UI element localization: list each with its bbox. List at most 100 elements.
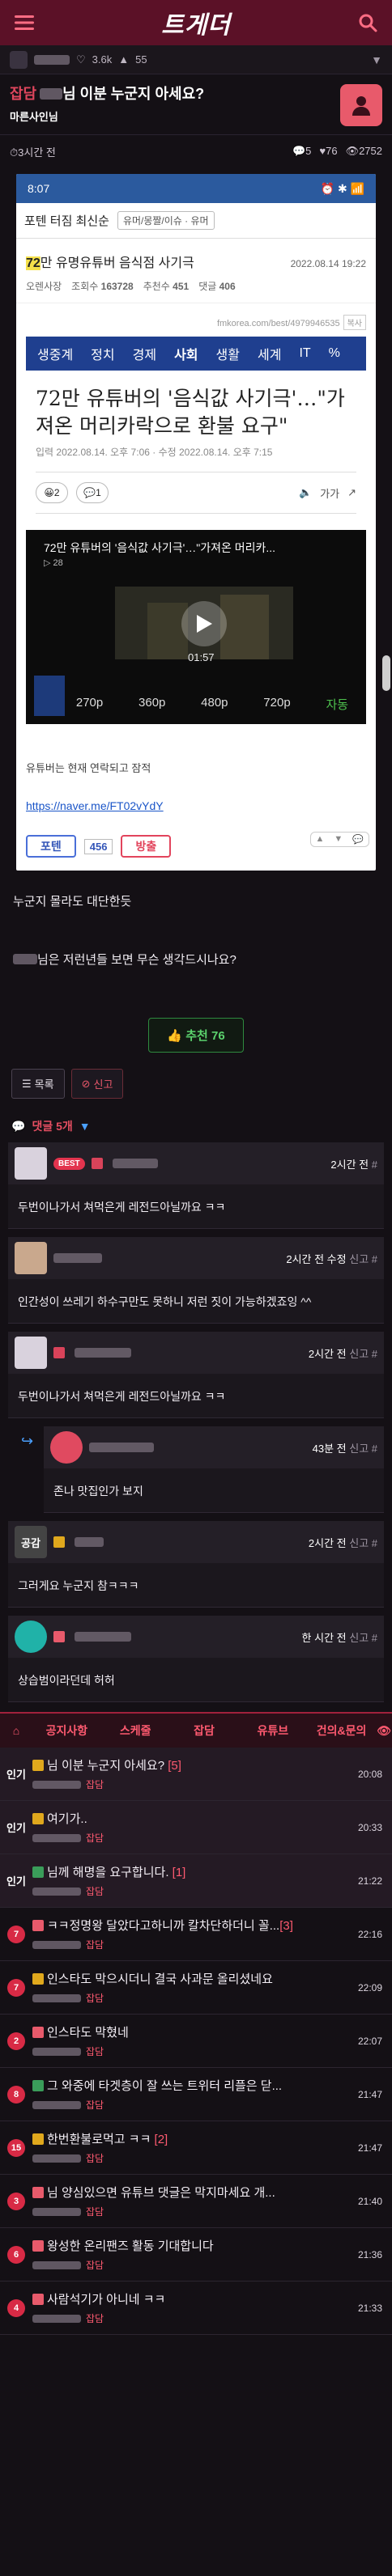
list-title[interactable]: 여기가.. [32, 1810, 345, 1827]
list-title[interactable]: 사람석기가 아니네 ㅋㅋ [32, 2290, 345, 2307]
list-count-badge: 7 [7, 1925, 25, 1943]
search-icon[interactable] [356, 11, 379, 34]
comments-header[interactable]: 💬 댓글 5개 ▼ [0, 1115, 392, 1142]
source-caption: 유튜버는 현재 연락되고 잠적 [26, 762, 151, 774]
tab-notice[interactable]: 공지사항 [32, 1722, 101, 1739]
view-count: 👁2752 [345, 145, 382, 157]
list-category: 잡담 [86, 2046, 104, 2057]
title-blurred-name [40, 88, 63, 100]
comment-item: 2시간 전 신고 # 두번이나가서 쳐먹은게 레전드아닐까요 ㅋㅋ [8, 1332, 384, 1418]
list-item[interactable]: 인기 여기가.. 잡담 20:33 [0, 1801, 392, 1854]
list-title[interactable]: 왕성한 온리팬즈 활동 기대합니다 [32, 2237, 345, 2254]
list-category: 잡담 [86, 1939, 104, 1951]
list-category: 잡담 [86, 2099, 104, 2111]
list-category: 잡담 [86, 2260, 104, 2271]
avatar[interactable] [15, 1147, 47, 1180]
list-time: 21:47 [357, 2142, 382, 2154]
avatar[interactable] [15, 1242, 47, 1274]
reaction-icon: 😀 2 [36, 482, 68, 503]
chevron-down-icon[interactable]: ▼ [371, 53, 382, 66]
list-item[interactable]: 8 그 와중에 타겟층이 잘 쓰는 트위터 리플은 닫... 잡담 21:47 [0, 2068, 392, 2121]
list-category: 잡담 [86, 2313, 104, 2324]
list-title[interactable]: ㅋㅋ정명왕 달았다고하니까 칼차단하더니 꼴...[3] [32, 1917, 345, 1934]
list-time: 20:33 [357, 1821, 382, 1833]
comment-count: 💬5 [292, 145, 312, 157]
post-icon [32, 2080, 44, 2091]
list-rank: 인기 [6, 1822, 26, 1834]
list-count-badge: 7 [7, 1978, 25, 1997]
post-icon [32, 1920, 44, 1931]
eye-icon[interactable]: 👁 [376, 1724, 392, 1738]
nickname-blurred [75, 1632, 131, 1642]
news-date: 입력 2022.08.14. 오후 7:06 · 수정 2022.08.14. … [36, 447, 273, 458]
avatar[interactable]: 공감 [15, 1526, 47, 1558]
list-time: 21:40 [357, 2195, 382, 2207]
list-title[interactable]: 인스타도 막으시더니 결국 사과문 올리셨네요 [32, 1970, 345, 1987]
list-item[interactable]: 6 왕성한 온리팬즈 활동 기대합니다 잡담 21:36 [0, 2228, 392, 2282]
tab-schedule[interactable]: 스케줄 [101, 1722, 170, 1739]
list-title[interactable]: 그 와중에 타겟층이 잘 쓰는 트위터 리플은 닫... [32, 2077, 345, 2094]
list-title[interactable]: 님 이분 누군지 아세요? [5] [32, 1756, 345, 1773]
news-nav: 생중계 정치 경제 사회 생활 세계 IT % [26, 337, 366, 371]
post-icon [32, 1813, 44, 1824]
post-icon [32, 2133, 44, 2145]
post-icon [32, 2294, 44, 2305]
list-item[interactable]: 3 님 양심있으면 유튜브 댓글은 막지마세요 개... 잡담 21:40 [0, 2175, 392, 2228]
avatar[interactable] [15, 1621, 47, 1653]
list-count-badge: 2 [7, 2032, 25, 2050]
list-item[interactable]: 4 사람석기가 아니네 ㅋㅋ 잡담 21:33 [0, 2282, 392, 2335]
tab-suggestion[interactable]: 건의&문의 [307, 1722, 376, 1739]
source-post-meta: 오렌사장 조회수 163728 추천수 451 댓글 406 [16, 274, 376, 303]
list-title[interactable]: 님 양심있으면 유튜브 댓글은 막지마세요 개... [32, 2184, 345, 2201]
point-icon: ▲ [118, 53, 130, 66]
list-title[interactable]: 인스타도 막혔네 [32, 2023, 345, 2040]
list-item[interactable]: 7 ㅋㅋ정명왕 달았다고하니까 칼차단하더니 꼴...[3] 잡담 22:16 [0, 1908, 392, 1961]
comment-text: 그러게요 누군지 참ㅋㅋㅋ [18, 1579, 139, 1592]
report-button[interactable]: ⊘ 신고 [70, 1069, 124, 1099]
star-icon [53, 1631, 65, 1642]
post-icon [32, 2187, 44, 2198]
post-author[interactable]: 마른사인님 [10, 108, 204, 124]
avatar[interactable] [50, 1431, 83, 1464]
list-item[interactable]: 2 인스타도 막혔네 잡담 22:07 [0, 2015, 392, 2068]
post-category[interactable]: 잡담 [10, 86, 36, 102]
tab-chat[interactable]: 잡담 [170, 1722, 239, 1739]
quality-options: 270p 360p 480p 720p 자동 [75, 696, 349, 712]
list-time: 22:07 [357, 2035, 382, 2047]
recommend-button[interactable]: 👍 추천 76 [148, 1018, 244, 1053]
post-list: 인기 님 이분 누군지 아세요? [5] 잡담 20:08 인기 여기가.. 잡담… [0, 1748, 392, 2335]
list-time: 21:47 [357, 2088, 382, 2100]
site-logo[interactable]: 트게더 [161, 5, 231, 40]
streamer-icon [53, 1347, 65, 1358]
list-title[interactable]: 님께 해명을 요구합니다. [1] [32, 1863, 345, 1880]
list-item[interactable]: 7 인스타도 막으시더니 결국 사과문 올리셨네요 잡담 22:09 [0, 1961, 392, 2015]
list-time: 20:08 [357, 1768, 382, 1780]
font-size-icon: 가가 [320, 487, 340, 500]
report-icon: ⊘ [81, 1077, 91, 1090]
list-title[interactable]: 한번환불로먹고 ㅋㅋ [2] [32, 2130, 345, 2147]
post-time: ⏱3시간 전 [10, 146, 56, 159]
nickname-blurred [112, 1159, 158, 1168]
reply-arrow-icon: ↪ [21, 1433, 34, 1449]
avatar[interactable] [15, 1337, 47, 1369]
list-count-badge: 6 [7, 2245, 25, 2264]
avatar[interactable] [10, 50, 28, 69]
nickname-blurred [75, 1537, 104, 1547]
menu-icon[interactable] [13, 11, 36, 34]
list-button[interactable]: ☰ 목록 [11, 1069, 65, 1099]
list-category: 잡담 [86, 1886, 104, 1897]
user-profile-icon[interactable] [340, 84, 382, 126]
home-icon[interactable]: ⌂ [0, 1724, 32, 1737]
tab-youtube[interactable]: 유튜브 [238, 1722, 307, 1739]
mini-controls: ▲ ▼ 💬 [309, 832, 369, 847]
scrollbar[interactable] [382, 655, 390, 691]
list-time: 21:22 [357, 1875, 382, 1887]
list-count-badge: 4 [7, 2298, 25, 2317]
badge-icon [53, 1536, 65, 1548]
list-item[interactable]: 인기 님 이분 누군지 아세요? [5] 잡담 20:08 [0, 1748, 392, 1801]
comment-icon: 💬 [11, 1119, 26, 1133]
list-item[interactable]: 15 한번환불로먹고 ㅋㅋ [2] 잡담 21:47 [0, 2121, 392, 2175]
nickname-blurred [53, 1253, 102, 1263]
list-item[interactable]: 인기 님께 해명을 요구합니다. [1] 잡담 21:22 [0, 1854, 392, 1908]
list-time: 21:33 [357, 2302, 382, 2314]
